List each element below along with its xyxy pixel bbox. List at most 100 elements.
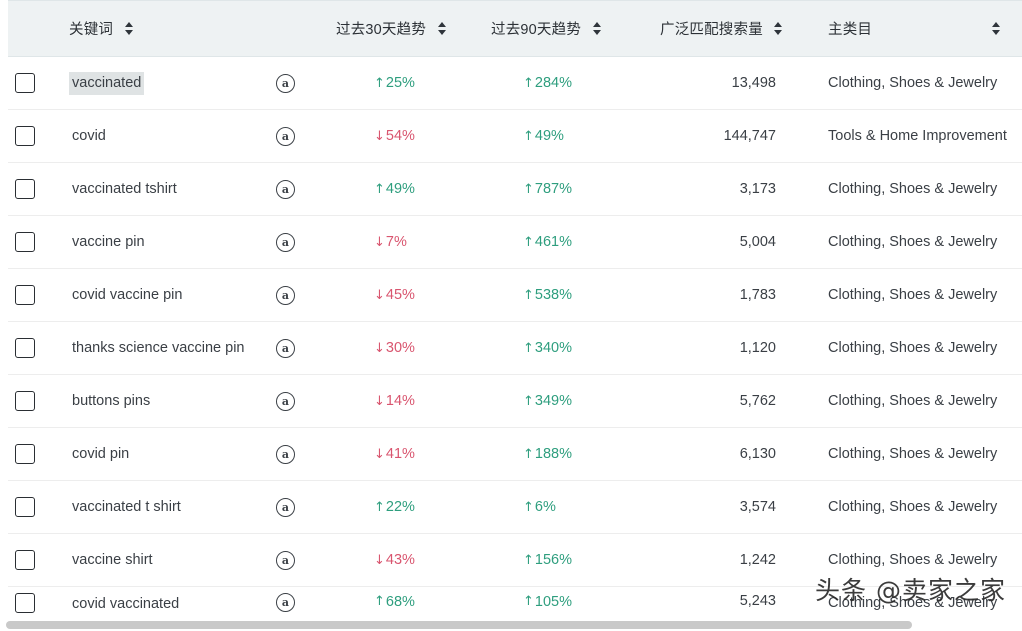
amazon-logo-icon[interactable]: a	[276, 179, 295, 199]
cell-trend90: ↑ 105%	[483, 593, 638, 610]
arrow-up-icon: ↑	[523, 234, 534, 250]
caret-down-icon	[437, 29, 446, 35]
amazon-logo-icon[interactable]: a	[276, 497, 295, 517]
cell-trend90: ↑ 538%	[483, 287, 638, 303]
amazon-logo-icon[interactable]: a	[276, 444, 295, 464]
sort-updown-icon-volume[interactable]	[773, 21, 784, 37]
caret-up-icon	[124, 22, 133, 28]
table-row[interactable]: covid vaccine pin a ↓ 45% ↑ 538% 1,783 Clothing…	[8, 269, 1022, 322]
table-row[interactable]: vaccine pin a ↓ 7% ↑ 461% 5,004 Clothing, Shoes…	[8, 216, 1022, 269]
checkbox-icon[interactable]	[15, 126, 35, 146]
trend30-value: ↑ 22%	[374, 499, 415, 515]
checkbox-icon[interactable]	[15, 285, 35, 305]
arrow-down-icon: ↓	[374, 234, 385, 250]
amazon-logo-icon[interactable]: a	[276, 391, 295, 411]
arrow-down-icon: ↓	[374, 287, 385, 303]
cell-category: Clothing, Shoes & Jewelry	[828, 287, 998, 303]
cell-volume: 3,574	[739, 499, 776, 515]
cell-trend90: ↑ 349%	[483, 393, 638, 409]
caret-down-icon	[592, 29, 601, 35]
checkbox-icon[interactable]	[15, 179, 35, 199]
checkbox-icon[interactable]	[15, 73, 35, 93]
table-row[interactable]: covid pin a ↓ 41% ↑ 188% 6,130 Clothing, Shoes …	[8, 428, 1022, 481]
amazon-logo-icon[interactable]: a	[276, 126, 295, 146]
amazon-logo-icon[interactable]: a	[276, 593, 295, 612]
cell-volume: 5,762	[739, 393, 776, 409]
cell-amazon-link: a	[268, 179, 328, 199]
cell-keyword[interactable]: covid vaccine pin	[56, 284, 268, 307]
table-row[interactable]: thanks science vaccine pin a ↓ 30% ↑ 340% 1,12…	[8, 322, 1022, 375]
cell-trend30: ↓ 43%	[328, 552, 483, 568]
checkbox-icon[interactable]	[15, 550, 35, 570]
trend30-percent: 14%	[385, 393, 415, 410]
table-row[interactable]: covid a ↓ 54% ↑ 49% 144,747 Tools & Home Improv…	[8, 110, 1022, 163]
cell-volume: 6,130	[739, 446, 776, 462]
arrow-down-icon: ↓	[374, 340, 385, 356]
table-row[interactable]: vaccinated t shirt a ↑ 22% ↑ 6% 3,574 Clothing,…	[8, 481, 1022, 534]
cell-amazon-link: a	[268, 593, 328, 612]
table-row[interactable]: vaccinated tshirt a ↑ 49% ↑ 787% 3,173 Clothing…	[8, 163, 1022, 216]
cell-trend90: ↑ 156%	[483, 552, 638, 569]
header-cell-trend30: 过去30天趋势	[328, 18, 483, 39]
cell-volume: 144,747	[723, 128, 776, 144]
amazon-logo-icon[interactable]: a	[276, 73, 295, 93]
row-checkbox-cell	[8, 179, 56, 199]
cell-trend30: ↓ 45%	[328, 287, 483, 304]
amazon-logo-icon[interactable]: a	[276, 550, 295, 570]
cell-keyword[interactable]: vaccinated t shirt	[56, 496, 268, 519]
header-label-category: 主类目	[828, 22, 873, 38]
trend90-value: ↑ 787%	[523, 181, 572, 197]
cell-keyword[interactable]: covid pin	[56, 443, 268, 466]
cell-keyword[interactable]: covid vaccinated	[56, 593, 268, 616]
trend90-value: ↑ 349%	[523, 393, 572, 409]
sort-updown-icon-keyword[interactable]	[123, 21, 134, 37]
arrow-down-icon: ↓	[374, 552, 385, 568]
horizontal-scrollbar-thumb[interactable]	[6, 621, 912, 629]
sort-updown-icon-category[interactable]	[990, 21, 1001, 37]
trend30-percent: 7%	[385, 234, 407, 251]
checkbox-icon[interactable]	[15, 232, 35, 252]
trend30-percent: 45%	[385, 287, 415, 304]
cell-keyword[interactable]: vaccinated	[56, 71, 268, 95]
table-row[interactable]: vaccine shirt a ↓ 43% ↑ 156% 1,242 Clothing, Sh…	[8, 534, 1022, 587]
horizontal-scrollbar[interactable]	[0, 619, 1022, 631]
table-row[interactable]: vaccinated a ↑ 25% ↑ 284% 13,498 Clothing, Shoe…	[8, 57, 1022, 110]
cell-amazon-link: a	[268, 232, 328, 252]
trend90-percent: 6%	[534, 499, 556, 516]
cell-volume: 1,783	[739, 287, 776, 303]
caret-up-icon	[592, 22, 601, 28]
checkbox-icon[interactable]	[15, 593, 35, 613]
sort-updown-icon-trend30[interactable]	[436, 21, 447, 37]
amazon-logo-icon[interactable]: a	[276, 285, 295, 305]
checkbox-icon[interactable]	[15, 444, 35, 464]
trend30-percent: 54%	[385, 128, 415, 145]
trend30-value: ↑ 25%	[374, 75, 415, 91]
cell-keyword[interactable]: vaccinated tshirt	[56, 178, 268, 201]
caret-up-icon	[774, 22, 783, 28]
cell-keyword[interactable]: vaccine shirt	[56, 549, 268, 572]
checkbox-icon[interactable]	[15, 497, 35, 517]
cell-trend30: ↓ 7%	[328, 234, 483, 251]
cell-keyword[interactable]: buttons pins	[56, 390, 268, 413]
arrow-down-icon: ↓	[374, 128, 385, 144]
table-row[interactable]: covid vaccinated a ↑ 68% ↑ 105% 5,243 Clothing,…	[8, 587, 1022, 621]
cell-trend90: ↑ 6%	[483, 499, 638, 516]
header-cell-trend90: 过去90天趋势	[483, 18, 638, 39]
checkbox-icon[interactable]	[15, 391, 35, 411]
trend90-percent: 156%	[534, 552, 572, 569]
trend90-value: ↑ 538%	[523, 287, 572, 303]
trend90-percent: 349%	[534, 393, 572, 410]
amazon-logo-icon[interactable]: a	[276, 338, 295, 358]
arrow-up-icon: ↑	[523, 446, 534, 462]
table-row[interactable]: buttons pins a ↓ 14% ↑ 349% 5,762 Clothing, Sho…	[8, 375, 1022, 428]
checkbox-icon[interactable]	[15, 338, 35, 358]
row-checkbox-cell	[8, 73, 56, 93]
cell-keyword[interactable]: covid	[56, 125, 268, 148]
trend30-percent: 68%	[385, 593, 415, 610]
sort-updown-icon-trend90[interactable]	[591, 21, 602, 37]
row-checkbox-cell	[8, 497, 56, 517]
cell-keyword[interactable]: vaccine pin	[56, 231, 268, 254]
cell-trend90: ↑ 49%	[483, 128, 638, 144]
amazon-logo-icon[interactable]: a	[276, 232, 295, 252]
cell-keyword[interactable]: thanks science vaccine pin	[56, 337, 268, 360]
